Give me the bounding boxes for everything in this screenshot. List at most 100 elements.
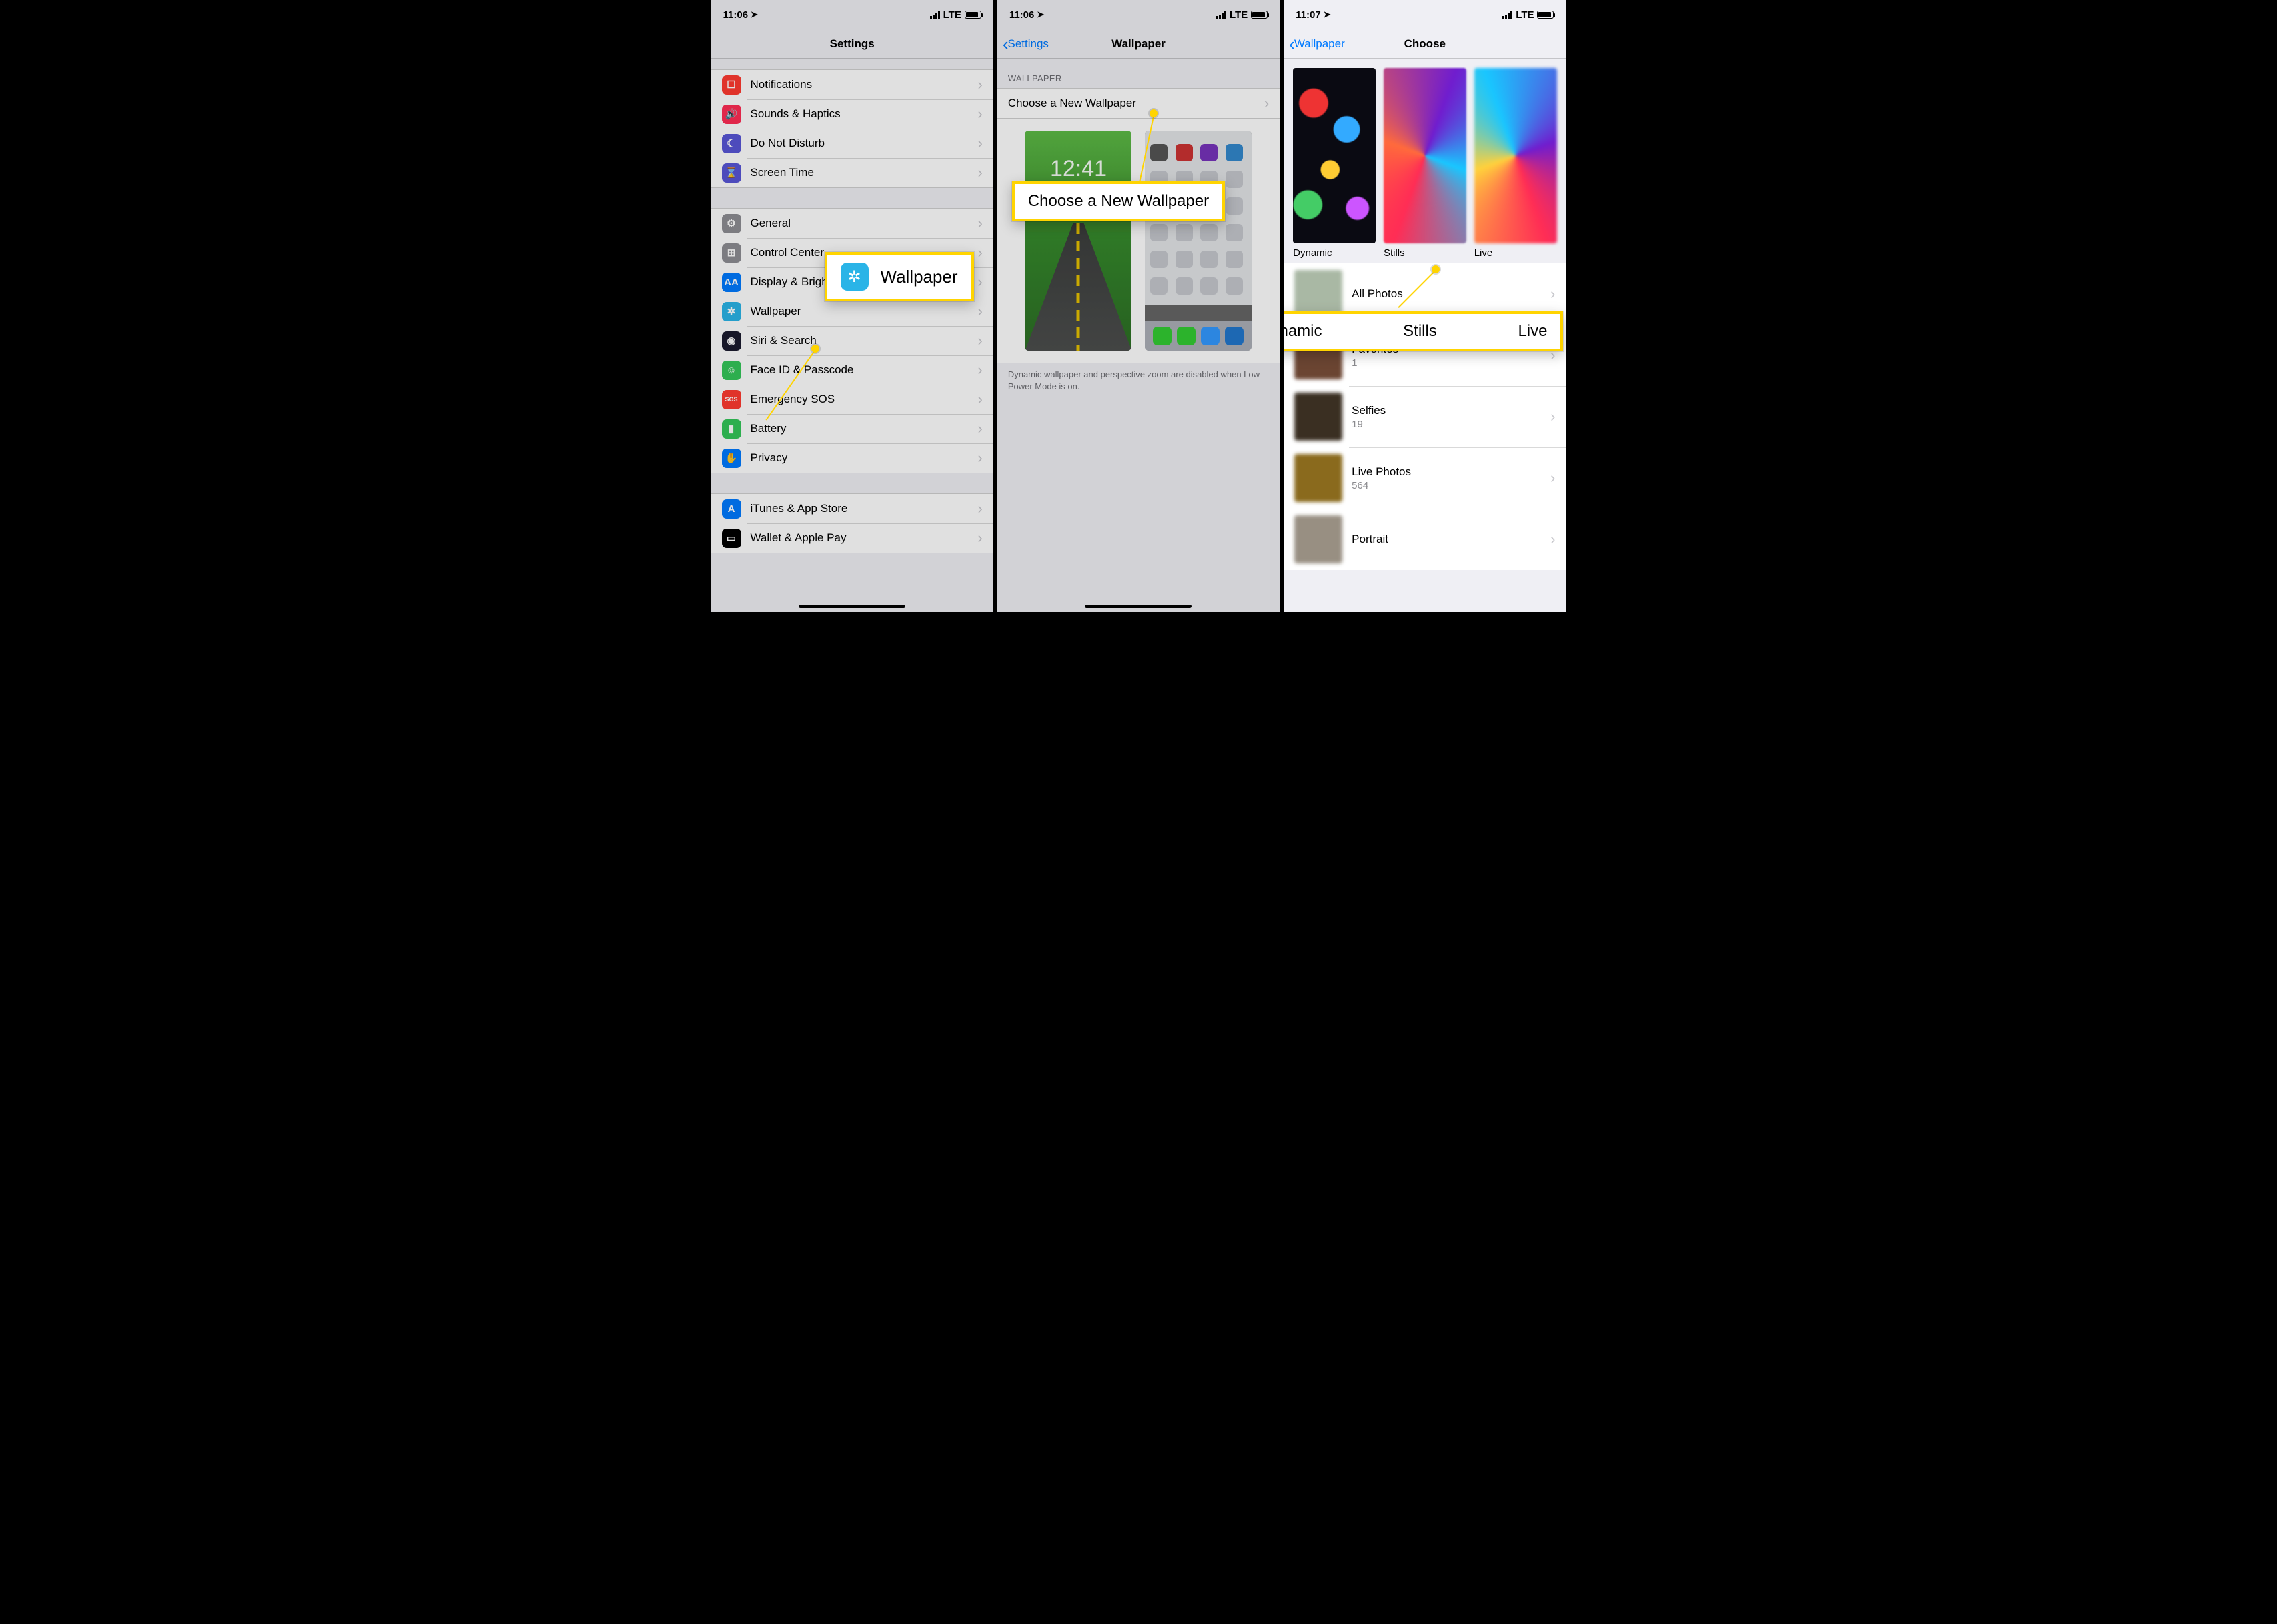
album-thumb (1294, 393, 1342, 441)
row-label: Do Not Disturb (751, 137, 978, 150)
wallpaper-icon: ✲ (722, 302, 741, 321)
settings-row-sounds-haptics[interactable]: 🔊Sounds & Haptics› (711, 99, 993, 129)
chevron-right-icon: › (978, 273, 983, 291)
row-label: Notifications (751, 78, 978, 91)
category-thumb (1384, 68, 1466, 243)
row-label: Sounds & Haptics (751, 107, 978, 121)
page-title: Settings (830, 37, 875, 51)
status-bar: 11:07➤ LTE (1284, 0, 1566, 29)
page-title: Choose (1404, 37, 1446, 51)
album-portrait[interactable]: Portrait› (1284, 509, 1566, 570)
settings-group-2: ⚙General›⊞Control Center›AADisplay & Bri… (711, 208, 993, 473)
chevron-right-icon: › (1264, 95, 1269, 112)
chevron-right-icon: › (978, 449, 983, 467)
settings-row-emergency-sos[interactable]: SOSEmergency SOS› (711, 385, 993, 414)
settings-row-privacy[interactable]: ✋Privacy› (711, 443, 993, 473)
settings-row-general[interactable]: ⚙General› (711, 209, 993, 238)
chevron-right-icon: › (978, 76, 983, 93)
settings-row-do-not-disturb[interactable]: ☾Do Not Disturb› (711, 129, 993, 158)
row-label: Choose a New Wallpaper (1008, 97, 1264, 110)
chevron-right-icon: › (978, 500, 983, 517)
chevron-right-icon: › (978, 529, 983, 547)
row-label: iTunes & App Store (751, 502, 978, 515)
album-count: 19 (1352, 419, 1550, 430)
settings-row-wallet-apple-pay[interactable]: ▭ Wallet & Apple Pay› (711, 523, 993, 553)
location-icon: ➤ (1324, 9, 1331, 20)
chevron-right-icon: › (1550, 531, 1555, 548)
back-button[interactable]: ‹Settings (1003, 35, 1049, 53)
choose-new-wallpaper-row[interactable]: Choose a New Wallpaper › (997, 89, 1280, 118)
album-selfies[interactable]: Selfies19› (1284, 386, 1566, 447)
appstore-icon: A (722, 499, 741, 519)
callout-wallpaper: ✲ Wallpaper (825, 252, 974, 301)
sounds-icon: 🔊 (722, 105, 741, 124)
album-thumb (1294, 454, 1342, 502)
album-name: Live Photos (1352, 465, 1550, 479)
category-live[interactable]: Live (1474, 68, 1557, 259)
chevron-right-icon: › (978, 135, 983, 152)
status-time: 11:06 (1009, 9, 1035, 21)
settings-row-screen-time[interactable]: ⌛Screen Time› (711, 158, 993, 187)
photo-albums: All Photos›Favorites1›Selfies19›Live Pho… (1284, 263, 1566, 570)
home-screen-preview[interactable] (1145, 131, 1252, 351)
sos-icon: SOS (722, 390, 741, 409)
nav-bar: ‹Settings Wallpaper (997, 29, 1280, 59)
settings-row-siri-search[interactable]: ◉Siri & Search› (711, 326, 993, 355)
callout-text: Stills (1403, 322, 1437, 341)
row-label: Siri & Search (751, 334, 978, 347)
home-indicator[interactable] (799, 605, 905, 608)
battery-icon (965, 11, 981, 19)
lock-screen-preview[interactable]: 12:41 (1025, 131, 1131, 351)
lock-time: 12:41 (1050, 156, 1107, 182)
faceid-icon: ☺ (722, 361, 741, 380)
battery-icon (1251, 11, 1268, 19)
network-type: LTE (1230, 9, 1248, 21)
network-type: LTE (1516, 9, 1534, 21)
category-dynamic[interactable]: Dynamic (1293, 68, 1376, 259)
signal-icon (1502, 11, 1512, 19)
signal-icon (1216, 11, 1226, 19)
location-icon: ➤ (1037, 9, 1044, 20)
callout-text: Dynamic (1282, 322, 1322, 341)
settings-row-battery[interactable]: ▮ Battery› (711, 414, 993, 443)
chevron-right-icon: › (978, 420, 983, 437)
row-label: Face ID & Passcode (751, 363, 978, 377)
row-label: Wallet & Apple Pay (751, 531, 978, 545)
settings-group-1: ☐Notifications›🔊Sounds & Haptics›☾Do Not… (711, 69, 993, 188)
callout-text: Live (1518, 322, 1547, 341)
control-center-icon: ⊞ (722, 243, 741, 263)
album-name: Selfies (1352, 404, 1550, 417)
siri-icon: ◉ (722, 331, 741, 351)
notifications-icon: ☐ (722, 75, 741, 95)
screentime-icon: ⌛ (722, 163, 741, 183)
back-label: Wallpaper (1294, 37, 1345, 51)
settings-group-3: AiTunes & App Store›▭Wallet & Apple Pay› (711, 493, 993, 553)
wallpaper-categories: Dynamic Stills Live (1284, 59, 1566, 263)
chevron-right-icon: › (1550, 469, 1555, 487)
status-time: 11:06 (723, 9, 749, 21)
chevron-right-icon: › (978, 303, 983, 320)
nav-bar: ‹Wallpaper Choose (1284, 29, 1566, 59)
battery-icon: ▮ (722, 419, 741, 439)
category-stills[interactable]: Stills (1384, 68, 1466, 259)
row-label: Wallpaper (751, 305, 978, 318)
wallpaper-previews: 12:41 (997, 119, 1280, 363)
category-thumb (1293, 68, 1376, 243)
wallet-icon: ▭ (722, 529, 741, 548)
album-live-photos[interactable]: Live Photos564› (1284, 447, 1566, 509)
settings-row-notifications[interactable]: ☐ Notifications› (711, 70, 993, 99)
row-label: Battery (751, 422, 978, 435)
back-label: Settings (1008, 37, 1049, 51)
chevron-right-icon: › (978, 244, 983, 261)
callout-dot (811, 345, 819, 353)
album-count: 1 (1352, 357, 1550, 369)
chevron-right-icon: › (978, 164, 983, 181)
privacy-icon: ✋ (722, 449, 741, 468)
settings-row-itunes-app-store[interactable]: AiTunes & App Store› (711, 494, 993, 523)
wallpaper-icon: ✲ (841, 263, 869, 291)
location-icon: ➤ (751, 9, 758, 20)
album-count: 564 (1352, 480, 1550, 491)
home-indicator[interactable] (1085, 605, 1192, 608)
settings-row-face-id-passcode[interactable]: ☺Face ID & Passcode› (711, 355, 993, 385)
back-button[interactable]: ‹Wallpaper (1289, 35, 1345, 53)
